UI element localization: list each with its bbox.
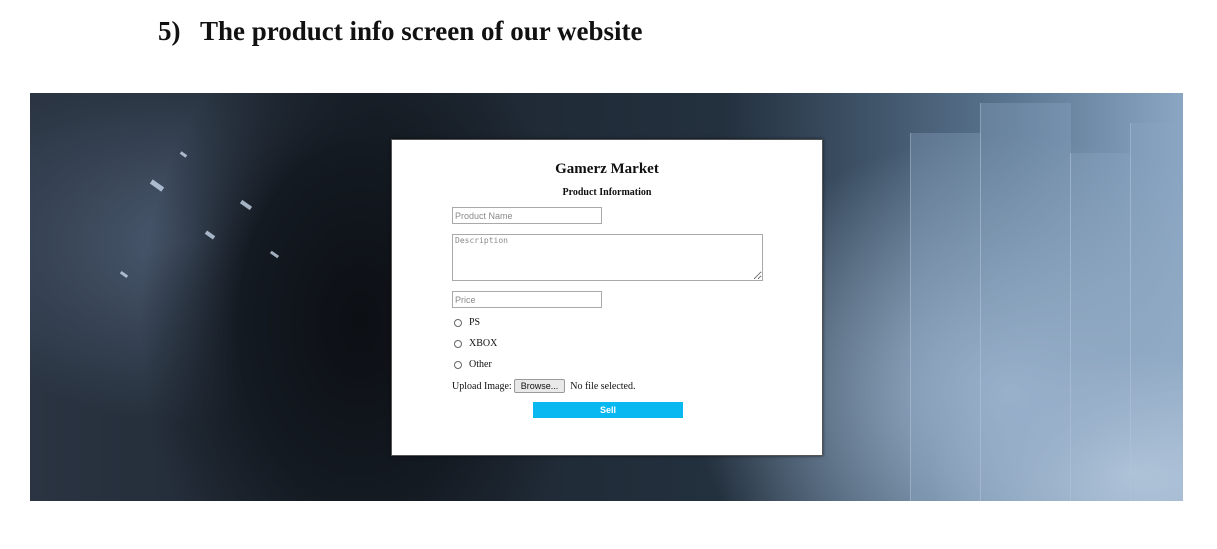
platform-option-xbox[interactable]: XBOX: [454, 338, 497, 349]
price-input[interactable]: [452, 291, 602, 308]
radio-xbox[interactable]: [454, 339, 462, 348]
radio-ps[interactable]: [454, 318, 462, 327]
product-name-input[interactable]: [452, 207, 602, 224]
platform-option-ps[interactable]: PS: [454, 317, 480, 328]
radio-label-ps: PS: [469, 317, 481, 328]
website-screenshot: Gamerz Market Product Information PS XBO…: [30, 93, 1183, 501]
product-form-card: Gamerz Market Product Information PS XBO…: [391, 139, 823, 456]
description-textarea[interactable]: [452, 234, 763, 281]
sell-button[interactable]: Sell: [533, 402, 683, 418]
radio-label-other: Other: [469, 359, 492, 370]
upload-image-row: Upload Image: Browse... No file selected…: [452, 379, 635, 393]
browse-button[interactable]: Browse...: [513, 379, 566, 393]
upload-label: Upload Image:: [452, 380, 512, 392]
form-subtitle: Product Information: [562, 187, 652, 198]
radio-label-xbox: XBOX: [469, 338, 498, 349]
heading-text: The product info screen of our website: [200, 16, 643, 46]
radio-other[interactable]: [454, 360, 462, 369]
site-title: Gamerz Market: [555, 161, 659, 177]
document-heading: 5) The product info screen of our website: [158, 16, 643, 47]
file-status: No file selected.: [570, 380, 636, 392]
heading-number: 5): [158, 16, 181, 46]
platform-option-other[interactable]: Other: [454, 359, 492, 370]
